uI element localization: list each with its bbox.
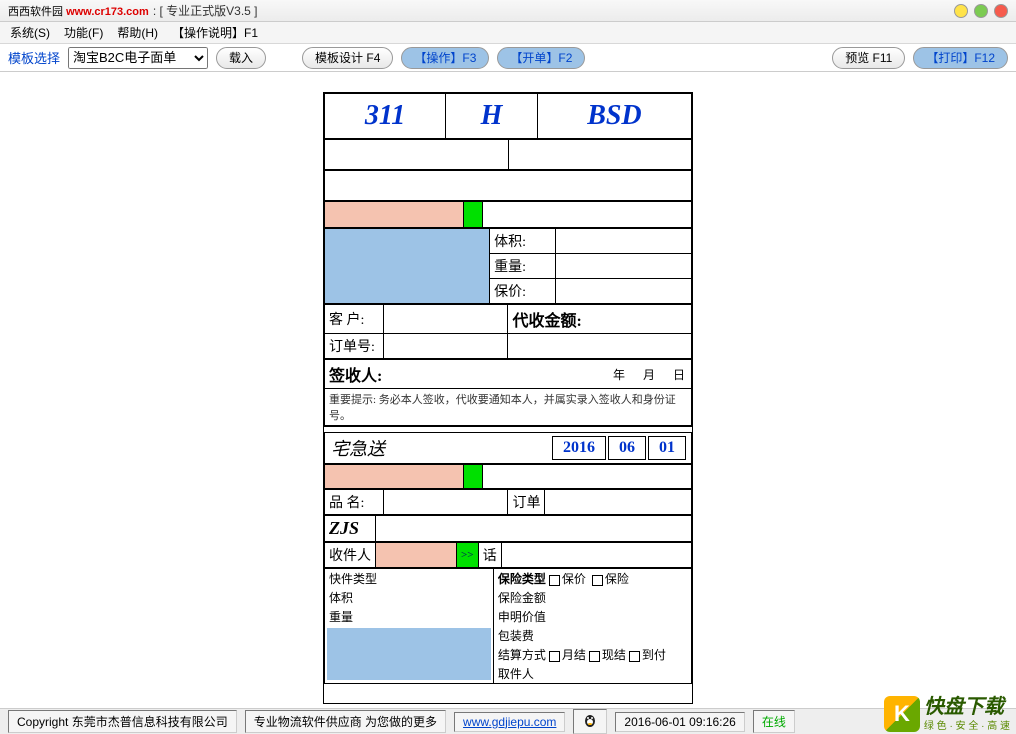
header-code-3: BSD [537,94,691,139]
titlebar: 西西软件园 www.cr173.com : [ 专业正式版V3.5 ] [0,0,1016,22]
express-type-label: 快件类型 [325,569,493,588]
pink-box-2 [325,465,464,489]
date-ymd: 年 月 日 [405,360,691,389]
online-status: 在线 [753,710,795,733]
datetime: 2016-06-01 09:16:26 [615,712,744,732]
cod-value [508,334,692,359]
green-marker-1 [464,202,482,228]
settle-row: 结算方式 月结 现结 到付 [494,645,691,664]
weight-value [556,254,692,279]
product-value [383,490,508,515]
load-button[interactable]: 载入 [216,47,266,69]
empty-2 [325,171,692,201]
weight2-label: 重量 [325,607,493,626]
express-name: 宅急送 [325,433,486,464]
green-arrow: >> [456,543,478,568]
close-button[interactable] [994,4,1008,18]
template-label: 模板选择 [8,48,60,67]
vendor-link[interactable]: www.gdjiepu.com [463,715,556,729]
menu-function[interactable]: 功能(F) [64,24,103,41]
customer-value [383,305,508,334]
phone-value [501,543,691,568]
preview-button[interactable]: 预览 F11 [832,47,905,69]
declare-value-label: 申明价值 [494,607,691,626]
header-code-2: H [446,94,538,139]
volume-value [556,229,692,254]
window-controls [954,4,1008,18]
insure-value [556,279,692,304]
insure-checkbox[interactable] [549,575,560,586]
logo: 西西软件园 www.cr173.com [8,3,149,19]
date-boxes: 20160601 [486,433,692,464]
volume2-label: 体积 [325,588,493,607]
canvas: 311 H BSD 体积: 重量: 保价: 客 户: 代收金额: 订单号: [0,72,1016,704]
empty-4 [482,465,691,489]
watermark-sub: 绿 色 · 安 全 · 高 速 [924,717,1010,732]
monthly-checkbox[interactable] [549,651,560,662]
empty-1a [325,140,509,170]
cod-checkbox[interactable] [629,651,640,662]
empty-1b [508,140,692,170]
insurance-checkbox[interactable] [592,575,603,586]
blue-box-2 [327,628,491,680]
order2-value [545,490,692,515]
watermark-text: 快盘下载 [924,697,1010,717]
watermark-logo: K [884,696,920,732]
customer-label: 客 户: [325,305,384,334]
empty-3 [482,202,691,228]
maximize-button[interactable] [974,4,988,18]
logo-text: 西西软件园 [8,6,63,18]
window-title: : [ 专业正式版V3.5 ] [153,2,258,19]
menu-instructions[interactable]: 【操作说明】F1 [172,24,258,41]
supplier-text: 专业物流软件供应商 为您做的更多 [245,710,446,733]
menubar: 系统(S) 功能(F) 帮助(H) 【操作说明】F1 [0,22,1016,44]
open-button[interactable]: 【开单】F2 [497,47,585,69]
left-details: 快件类型 体积 重量 [325,569,494,684]
phone-label: 话 [478,543,501,568]
order2-label: 订单 [508,490,545,515]
shipping-form: 311 H BSD 体积: 重量: 保价: 客 户: 代收金额: 订单号: [323,92,693,704]
blue-box-1 [325,229,490,304]
volume-label: 体积: [490,229,556,254]
right-details: 保险类型 保价 保险 保险金额 申明价值 包装费 结算方式 月结 现结 到付 取… [493,569,691,684]
signer-label: 签收人: [325,360,406,389]
zjs-value [376,516,692,542]
copyright: Copyright 东莞市杰普信息科技有限公司 [8,710,237,733]
product-label: 品 名: [325,490,384,515]
pink-box-3 [376,543,457,568]
tip-text: 重要提示: 务必本人签收，代收要通知本人，并属实录入签收人和身份证号。 [325,389,692,426]
qq-icon[interactable] [573,709,607,734]
design-button[interactable]: 模板设计 F4 [302,47,393,69]
green-marker-2 [464,465,482,489]
print-button[interactable]: 【打印】F12 [913,47,1008,69]
template-select[interactable]: 淘宝B2C电子面单 [68,47,208,69]
insure-label: 保价: [490,279,556,304]
recipient-label: 收件人 [325,543,376,568]
pack-fee-label: 包装费 [494,626,691,645]
toolbar: 模板选择 淘宝B2C电子面单 载入 模板设计 F4 【操作】F3 【开单】F2 … [0,44,1016,72]
operate-button[interactable]: 【操作】F3 [401,47,489,69]
weight-label: 重量: [490,254,556,279]
minimize-button[interactable] [954,4,968,18]
statusbar: Copyright 东莞市杰普信息科技有限公司 专业物流软件供应商 为您做的更多… [0,708,1016,734]
header-code-1: 311 [325,94,446,139]
watermark: K 快盘下载 绿 色 · 安 全 · 高 速 [884,696,1010,732]
logo-url: www.cr173.com [66,6,149,18]
pickup-label: 取件人 [494,664,691,683]
cash-checkbox[interactable] [589,651,600,662]
insurance-amount-label: 保险金额 [494,588,691,607]
orderno-label: 订单号: [325,334,384,359]
menu-help[interactable]: 帮助(H) [117,24,158,41]
insurance-type-row: 保险类型 保价 保险 [494,569,691,588]
pink-box-1 [325,202,464,228]
zjs-code: ZJS [325,516,376,542]
cod-label: 代收金额: [508,305,692,334]
menu-system[interactable]: 系统(S) [10,24,50,41]
orderno-value [383,334,508,359]
